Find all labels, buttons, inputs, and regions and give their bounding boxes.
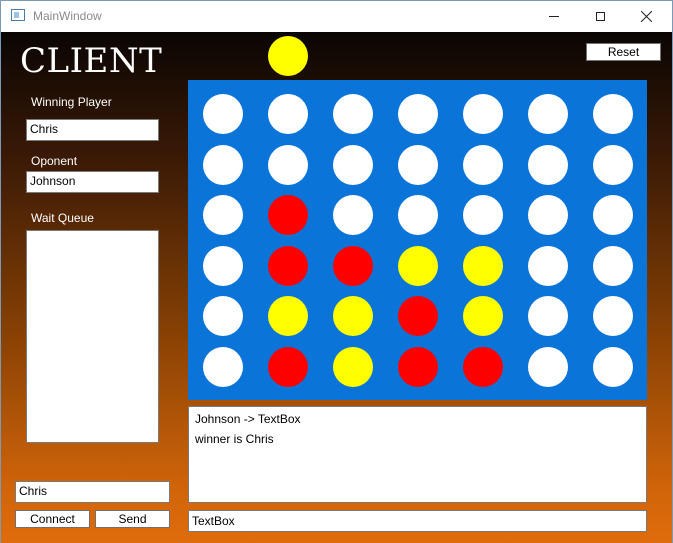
- board-cell-empty[interactable]: [333, 195, 373, 235]
- board-cell-empty[interactable]: [528, 144, 568, 185]
- board-cell-empty[interactable]: [398, 144, 438, 185]
- game-board[interactable]: [188, 80, 647, 400]
- board-cell-empty[interactable]: [333, 94, 373, 134]
- minimize-icon: [549, 16, 559, 17]
- board-cell-red[interactable]: [268, 346, 308, 387]
- board-cell-empty[interactable]: [203, 94, 243, 134]
- board-cell-empty[interactable]: [203, 245, 243, 286]
- app-icon: [11, 9, 25, 21]
- reset-button[interactable]: Reset: [586, 43, 661, 61]
- board-cell-yellow[interactable]: [268, 296, 308, 336]
- board-cell-empty[interactable]: [593, 296, 633, 336]
- board-cell-empty[interactable]: [333, 144, 373, 185]
- board-cell-empty[interactable]: [398, 195, 438, 235]
- board-cell-red[interactable]: [268, 195, 308, 235]
- board-cell-empty[interactable]: [268, 144, 308, 185]
- main-window: MainWindow CLIENT Reset Winning Player C…: [0, 0, 673, 543]
- board-cell-empty[interactable]: [463, 144, 503, 185]
- board-cell-yellow[interactable]: [463, 296, 503, 336]
- winning-player-field[interactable]: Chris: [26, 119, 159, 141]
- board-cell-yellow[interactable]: [398, 245, 438, 286]
- close-icon: [640, 11, 652, 22]
- log-line: Johnson -> TextBox: [195, 412, 301, 426]
- log-line: winner is Chris: [195, 432, 274, 446]
- board-cell-empty[interactable]: [203, 346, 243, 387]
- board-cell-empty[interactable]: [593, 245, 633, 286]
- board-cell-yellow[interactable]: [333, 346, 373, 387]
- wait-queue-list[interactable]: [26, 230, 159, 443]
- minimize-button[interactable]: [531, 1, 577, 32]
- board-cell-empty[interactable]: [398, 94, 438, 134]
- board-cell-red[interactable]: [398, 296, 438, 336]
- board-cell-empty[interactable]: [528, 94, 568, 134]
- board-cell-empty[interactable]: [463, 195, 503, 235]
- connect-button[interactable]: Connect: [15, 510, 90, 528]
- board-cell-empty[interactable]: [528, 195, 568, 235]
- board-cell-empty[interactable]: [203, 296, 243, 336]
- close-button[interactable]: [623, 1, 669, 32]
- opponent-label: Oponent: [31, 154, 78, 168]
- board-cell-empty[interactable]: [593, 144, 633, 185]
- board-cell-red[interactable]: [398, 346, 438, 387]
- board-cell-empty[interactable]: [593, 346, 633, 387]
- message-log[interactable]: Johnson -> TextBox winner is Chris: [188, 406, 647, 503]
- board-cell-empty[interactable]: [593, 195, 633, 235]
- title-bar[interactable]: MainWindow: [1, 1, 672, 32]
- page-title: CLIENT: [20, 41, 163, 81]
- turn-indicator: [268, 36, 308, 76]
- board-cell-empty[interactable]: [203, 195, 243, 235]
- player-name-field[interactable]: Chris: [15, 481, 170, 503]
- board-cell-empty[interactable]: [268, 94, 308, 134]
- send-button[interactable]: Send: [95, 510, 170, 528]
- maximize-icon: [595, 12, 605, 21]
- board-cell-empty[interactable]: [463, 94, 503, 134]
- wait-queue-label: Wait Queue: [31, 211, 94, 225]
- message-input[interactable]: TextBox: [188, 510, 647, 532]
- board-cell-red[interactable]: [268, 245, 308, 286]
- winning-player-label: Winning Player: [31, 95, 112, 109]
- opponent-field[interactable]: Johnson: [26, 171, 159, 193]
- maximize-button[interactable]: [577, 1, 623, 32]
- board-cell-empty[interactable]: [528, 245, 568, 286]
- board-cell-yellow[interactable]: [333, 296, 373, 336]
- board-cell-empty[interactable]: [593, 94, 633, 134]
- window-title: MainWindow: [33, 9, 102, 23]
- board-cell-red[interactable]: [333, 245, 373, 286]
- board-cell-red[interactable]: [463, 346, 503, 387]
- board-cell-empty[interactable]: [203, 144, 243, 185]
- board-cell-empty[interactable]: [528, 296, 568, 336]
- board-cell-yellow[interactable]: [463, 245, 503, 286]
- board-cell-empty[interactable]: [528, 346, 568, 387]
